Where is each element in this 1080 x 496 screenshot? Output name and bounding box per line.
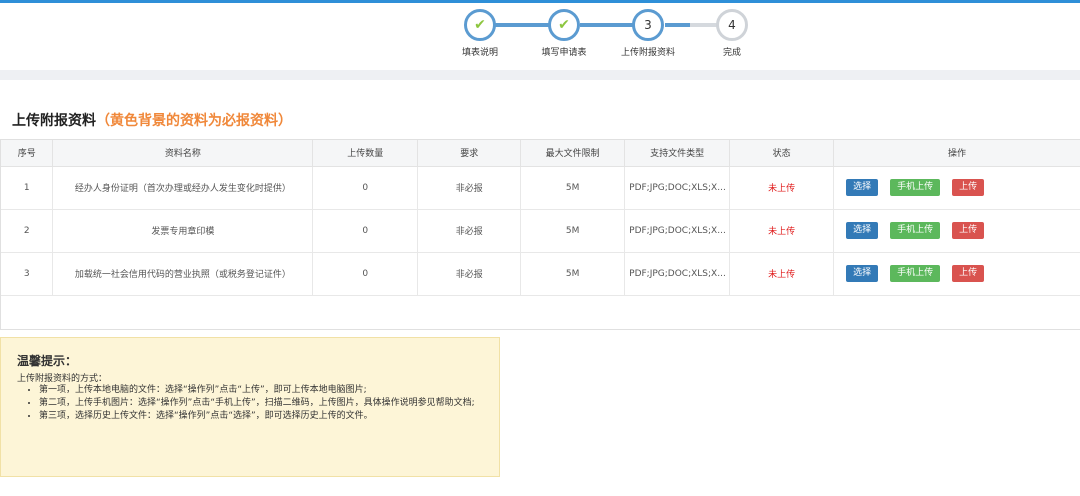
upload-button[interactable]: 上传 xyxy=(952,179,985,196)
col-header-count: 上传数量 xyxy=(312,140,419,167)
row-name: 发票专用章印模 xyxy=(52,209,314,253)
select-button[interactable]: 选择 xyxy=(846,179,879,196)
page-title-note: （黄色背景的资料为必报资料） xyxy=(96,113,292,129)
table-header-row: 序号 资料名称 上传数量 要求 最大文件限制 支持文件类型 状态 操作 xyxy=(1,140,1080,167)
row-status: 未上传 xyxy=(729,166,835,210)
tips-item: 第二项，上传手机图片：选择“操作列”点击“手机上传”，扫描二维码，上传图片，具体… xyxy=(39,397,483,410)
row-index: 2 xyxy=(1,209,54,253)
col-header-name: 资料名称 xyxy=(52,140,314,167)
step-1-label: 填表说明 xyxy=(461,48,498,58)
tips-item: 第一项，上传本地电脑的文件：选择“操作列”点击“上传”，即可上传本地电脑图片; xyxy=(39,384,483,397)
select-button[interactable]: 选择 xyxy=(846,222,879,239)
row-requirement: 非必报 xyxy=(417,166,522,210)
page-title-main: 上传附报资料 xyxy=(12,113,96,129)
tips-item: 第三项，选择历史上传文件：选择“操作列”点击“选择”，即可选择历史上传的文件。 xyxy=(39,410,483,423)
row-file-types: PDF;JPG;DOC;XLS;X... xyxy=(624,252,731,296)
progress-stepper: ✔ 填表说明 ✔ 填写申请表 3 上传附报资料 4 完成 xyxy=(0,0,1080,68)
tips-intro: 上传附报资料的方式： xyxy=(17,374,108,384)
step-1-check-icon: ✔ xyxy=(464,9,496,41)
row-index: 3 xyxy=(1,252,54,296)
mobile-upload-button[interactable]: 手机上传 xyxy=(890,265,941,282)
row-status: 未上传 xyxy=(729,209,835,253)
row-requirement: 非必报 xyxy=(417,209,522,253)
col-header-actions: 操作 xyxy=(833,140,1080,167)
attachments-table: 序号 资料名称 上传数量 要求 最大文件限制 支持文件类型 状态 操作 1 经办… xyxy=(0,139,1080,330)
page-title: 上传附报资料（黄色背景的资料为必报资料） xyxy=(12,110,292,130)
row-file-types: PDF;JPG;DOC;XLS;X... xyxy=(624,209,731,253)
tips-title: 温馨提示： xyxy=(17,354,78,368)
step-2-label: 填写申请表 xyxy=(541,48,587,58)
select-button[interactable]: 选择 xyxy=(846,265,879,282)
col-header-status: 状态 xyxy=(729,140,835,167)
row-file-types: PDF;JPG;DOC;XLS;X... xyxy=(624,166,731,210)
row-name: 经办人身份证明（首次办理或经办人发生变化时提供） xyxy=(52,166,314,210)
row-name: 加载统一社会信用代码的营业执照（或税务登记证件） xyxy=(52,252,314,296)
mobile-upload-button[interactable]: 手机上传 xyxy=(890,179,941,196)
row-count: 0 xyxy=(312,209,419,253)
mobile-upload-button[interactable]: 手机上传 xyxy=(890,222,941,239)
row-count: 0 xyxy=(312,166,419,210)
upload-button[interactable]: 上传 xyxy=(952,265,985,282)
tips-list: 第一项，上传本地电脑的文件：选择“操作列”点击“上传”，即可上传本地电脑图片; … xyxy=(39,384,483,423)
step-4-indicator: 4 xyxy=(716,9,748,41)
row-actions: 选择 手机上传 上传 xyxy=(833,166,1080,210)
step-2-check-icon: ✔ xyxy=(548,9,580,41)
step-connector xyxy=(580,23,635,27)
row-index: 1 xyxy=(1,166,54,210)
upload-button[interactable]: 上传 xyxy=(952,222,985,239)
step-3-label: 上传附报资料 xyxy=(620,48,675,58)
col-header-max-size: 最大文件限制 xyxy=(520,140,626,167)
step-connector xyxy=(495,23,550,27)
table-row: 3 加载统一社会信用代码的营业执照（或税务登记证件） 0 非必报 5M PDF;… xyxy=(1,252,1080,296)
col-header-requirement: 要求 xyxy=(417,140,522,167)
row-max-size: 5M xyxy=(520,252,626,296)
row-actions: 选择 手机上传 上传 xyxy=(833,209,1080,253)
col-header-file-types: 支持文件类型 xyxy=(624,140,731,167)
table-row: 2 发票专用章印模 0 非必报 5M PDF;JPG;DOC;XLS;X... … xyxy=(1,209,1080,253)
section-divider xyxy=(0,70,1080,80)
col-header-index: 序号 xyxy=(1,140,54,167)
row-status: 未上传 xyxy=(729,252,835,296)
row-requirement: 非必报 xyxy=(417,252,522,296)
row-max-size: 5M xyxy=(520,166,626,210)
row-max-size: 5M xyxy=(520,209,626,253)
row-actions: 选择 手机上传 上传 xyxy=(833,252,1080,296)
step-3-indicator: 3 xyxy=(632,9,664,41)
tips-panel: 温馨提示： 上传附报资料的方式： 第一项，上传本地电脑的文件：选择“操作列”点击… xyxy=(0,337,500,477)
row-count: 0 xyxy=(312,252,419,296)
table-row: 1 经办人身份证明（首次办理或经办人发生变化时提供） 0 非必报 5M PDF;… xyxy=(1,166,1080,210)
step-4-label: 完成 xyxy=(722,48,741,58)
